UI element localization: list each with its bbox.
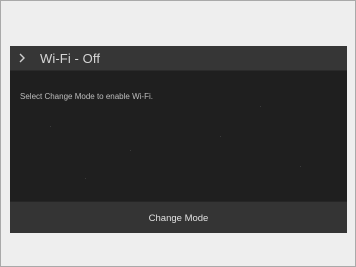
screen-texture xyxy=(130,150,131,151)
screen-texture xyxy=(85,178,86,179)
screen-texture xyxy=(220,136,221,137)
screen-texture xyxy=(300,166,301,167)
wifi-status-screen: Wi-Fi - Off Select Change Mode to enable… xyxy=(10,46,347,233)
manual-figure-frame: Wi-Fi - Off Select Change Mode to enable… xyxy=(0,0,356,267)
wifi-header-row[interactable]: Wi-Fi - Off xyxy=(10,46,347,71)
instruction-message: Select Change Mode to enable Wi-Fi. xyxy=(20,92,153,101)
change-mode-button[interactable]: Change Mode xyxy=(10,201,347,233)
change-mode-label: Change Mode xyxy=(148,212,209,224)
screen-texture xyxy=(260,106,261,107)
wifi-status-title: Wi-Fi - Off xyxy=(40,50,101,66)
screen-texture xyxy=(50,126,51,127)
chevron-right-icon xyxy=(18,53,36,63)
